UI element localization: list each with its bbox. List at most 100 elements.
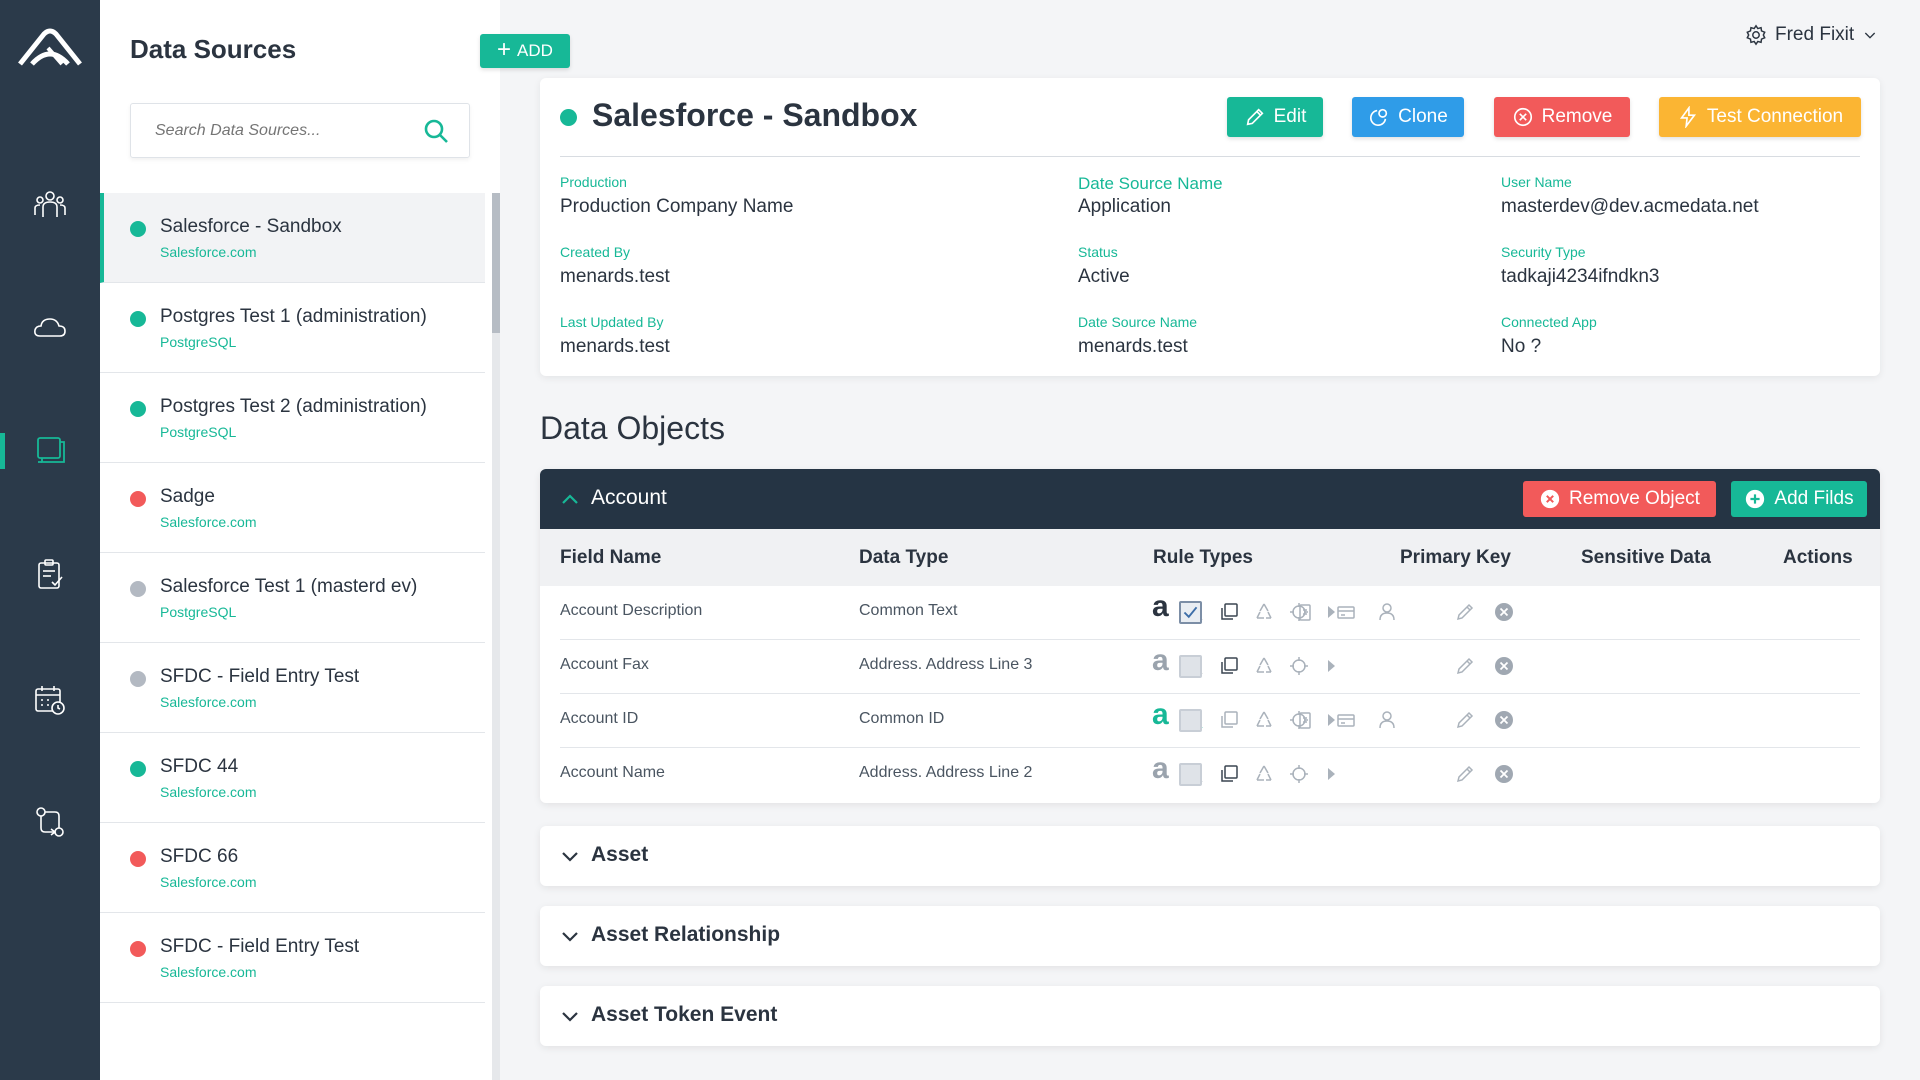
delete-circle-icon[interactable] (1493, 709, 1515, 731)
source-name: Sadge (160, 486, 215, 507)
chevron-up-icon[interactable] (560, 489, 580, 509)
recycle-rule-icon[interactable] (1253, 709, 1275, 731)
primary-key-checkbox[interactable] (1179, 709, 1202, 732)
close-circle-icon (1540, 489, 1560, 509)
chevron-down-icon (562, 852, 578, 862)
copy-rule-icon[interactable] (1218, 655, 1240, 677)
source-type: Salesforce.com (160, 244, 257, 260)
source-type: Salesforce.com (160, 964, 257, 980)
source-list-item[interactable]: Sadge Salesforce.com (100, 463, 485, 553)
source-list-item[interactable]: Postgres Test 1 (administration) PostgreS… (100, 283, 485, 373)
field-value: masterdev@dev.acmedata.net (1501, 196, 1759, 217)
scrollbar-thumb[interactable] (492, 193, 500, 333)
field-label: User Name (1501, 174, 1572, 190)
person-icon[interactable] (1376, 709, 1398, 731)
source-list-scrollbar[interactable] (492, 193, 500, 1080)
recycle-rule-icon[interactable] (1253, 763, 1275, 785)
add-fields-button[interactable]: Add Filds (1731, 481, 1867, 517)
primary-key-checkbox[interactable] (1179, 763, 1202, 786)
field-last-updated-by: Last Updated By menards.test (560, 314, 670, 358)
primary-key-checkbox[interactable] (1179, 655, 1202, 678)
source-list-item[interactable]: SFDC 66 Salesforce.com (100, 823, 485, 913)
card-icon[interactable] (1335, 709, 1357, 731)
nav-workflow[interactable] (0, 792, 100, 852)
object-asset-token-event[interactable]: Asset Token Event (540, 986, 1880, 1046)
text-rule-icon[interactable]: a (1152, 754, 1169, 784)
object-asset-relationship[interactable]: Asset Relationship (540, 906, 1880, 966)
field-security-type: Security Type tadkaji4234ifndkn3 (1501, 244, 1659, 288)
delete-circle-icon[interactable] (1493, 601, 1515, 623)
nav-cloud[interactable] (0, 298, 100, 358)
app-logo[interactable] (18, 26, 82, 70)
panel-title: Data Sources (130, 34, 297, 64)
data-objects-title: Data Objects (540, 410, 725, 446)
object-header[interactable]: Account Remove Object Add Filds (540, 469, 1880, 529)
target-rule-icon[interactable] (1288, 655, 1310, 677)
status-dot (560, 109, 577, 126)
expand-rules-icon[interactable] (1320, 655, 1342, 677)
status-dot (130, 851, 146, 867)
field-date-source-name: Date Source Name menards.test (1078, 314, 1197, 358)
source-list-item[interactable]: SFDC 44 Salesforce.com (100, 733, 485, 823)
text-rule-icon[interactable]: a (1152, 646, 1169, 676)
recycle-rule-icon[interactable] (1253, 655, 1275, 677)
nav-users[interactable] (0, 175, 100, 235)
nav-data-sources[interactable] (0, 421, 100, 481)
test-connection-button[interactable]: Test Connection (1659, 97, 1861, 137)
recycle-rule-icon[interactable] (1253, 601, 1275, 623)
text-rule-icon[interactable]: a (1152, 592, 1169, 622)
pencil-icon[interactable] (1454, 601, 1476, 623)
source-list-item[interactable]: Salesforce - Sandbox Salesforce.com (100, 193, 485, 283)
document-icon[interactable] (1294, 709, 1316, 731)
object-account: Account Remove Object Add Filds Field Na… (540, 469, 1880, 803)
copy-rule-icon[interactable] (1218, 601, 1240, 623)
add-source-button[interactable]: + ADD (480, 34, 570, 68)
source-name: SFDC - Field Entry Test (160, 936, 360, 957)
status-dot (130, 221, 146, 237)
source-list: Salesforce - Sandbox Salesforce.com Postgr… (100, 193, 485, 1003)
document-icon[interactable] (1294, 601, 1316, 623)
remove-label: Remove (1541, 106, 1613, 127)
field-label: Date Source Name (1078, 174, 1223, 193)
field-value: Application (1078, 196, 1171, 217)
pencil-icon[interactable] (1454, 709, 1476, 731)
clone-button[interactable]: Clone (1352, 97, 1464, 137)
expand-rules-icon[interactable] (1320, 763, 1342, 785)
nav-schedule[interactable] (0, 670, 100, 730)
search-input[interactable] (155, 122, 415, 140)
source-name: SFDC 66 (160, 846, 239, 867)
text-rule-icon[interactable]: a (1152, 700, 1169, 730)
source-list-item[interactable]: Postgres Test 2 (administration) PostgreS… (100, 373, 485, 463)
delete-circle-icon[interactable] (1493, 763, 1515, 785)
clone-label: Clone (1398, 106, 1448, 127)
source-list-item[interactable]: SFDC - Field Entry Test Salesforce.com (100, 643, 485, 733)
search-icon[interactable] (423, 118, 449, 144)
source-list-item[interactable]: Salesforce Test 1 (masterd ev) PostgreSQL (100, 553, 485, 643)
source-name: Postgres Test 1 (administration) (160, 306, 427, 327)
remove-object-button[interactable]: Remove Object (1523, 481, 1716, 517)
object-asset[interactable]: Asset (540, 826, 1880, 886)
delete-circle-icon[interactable] (1493, 655, 1515, 677)
add-fields-label: Add Filds (1774, 488, 1854, 509)
person-icon[interactable] (1376, 601, 1398, 623)
primary-key-checkbox[interactable] (1179, 601, 1202, 624)
copy-rule-icon[interactable] (1218, 709, 1240, 731)
card-icon[interactable] (1335, 601, 1357, 623)
plus-circle-icon (1746, 489, 1765, 509)
edit-button[interactable]: Edit (1227, 97, 1323, 137)
field-value: Active (1078, 266, 1130, 287)
card-divider (560, 156, 1860, 157)
copy-rule-icon[interactable] (1218, 763, 1240, 785)
source-name: Salesforce Test 1 (masterd ev) (160, 576, 418, 597)
field-label: Date Source Name (1078, 314, 1198, 330)
pencil-icon[interactable] (1454, 763, 1476, 785)
remove-button[interactable]: Remove (1494, 97, 1630, 137)
nav-tasks[interactable] (0, 545, 100, 605)
pencil-icon[interactable] (1454, 655, 1476, 677)
lightning-icon (1679, 106, 1696, 128)
user-menu[interactable]: Fred Fixit (1745, 24, 1878, 46)
source-list-item[interactable]: SFDC - Field Entry Test Salesforce.com (100, 913, 485, 1003)
target-rule-icon[interactable] (1288, 763, 1310, 785)
data-type-cell: Common Text (859, 602, 958, 619)
field-status: Status Active (1078, 244, 1130, 288)
